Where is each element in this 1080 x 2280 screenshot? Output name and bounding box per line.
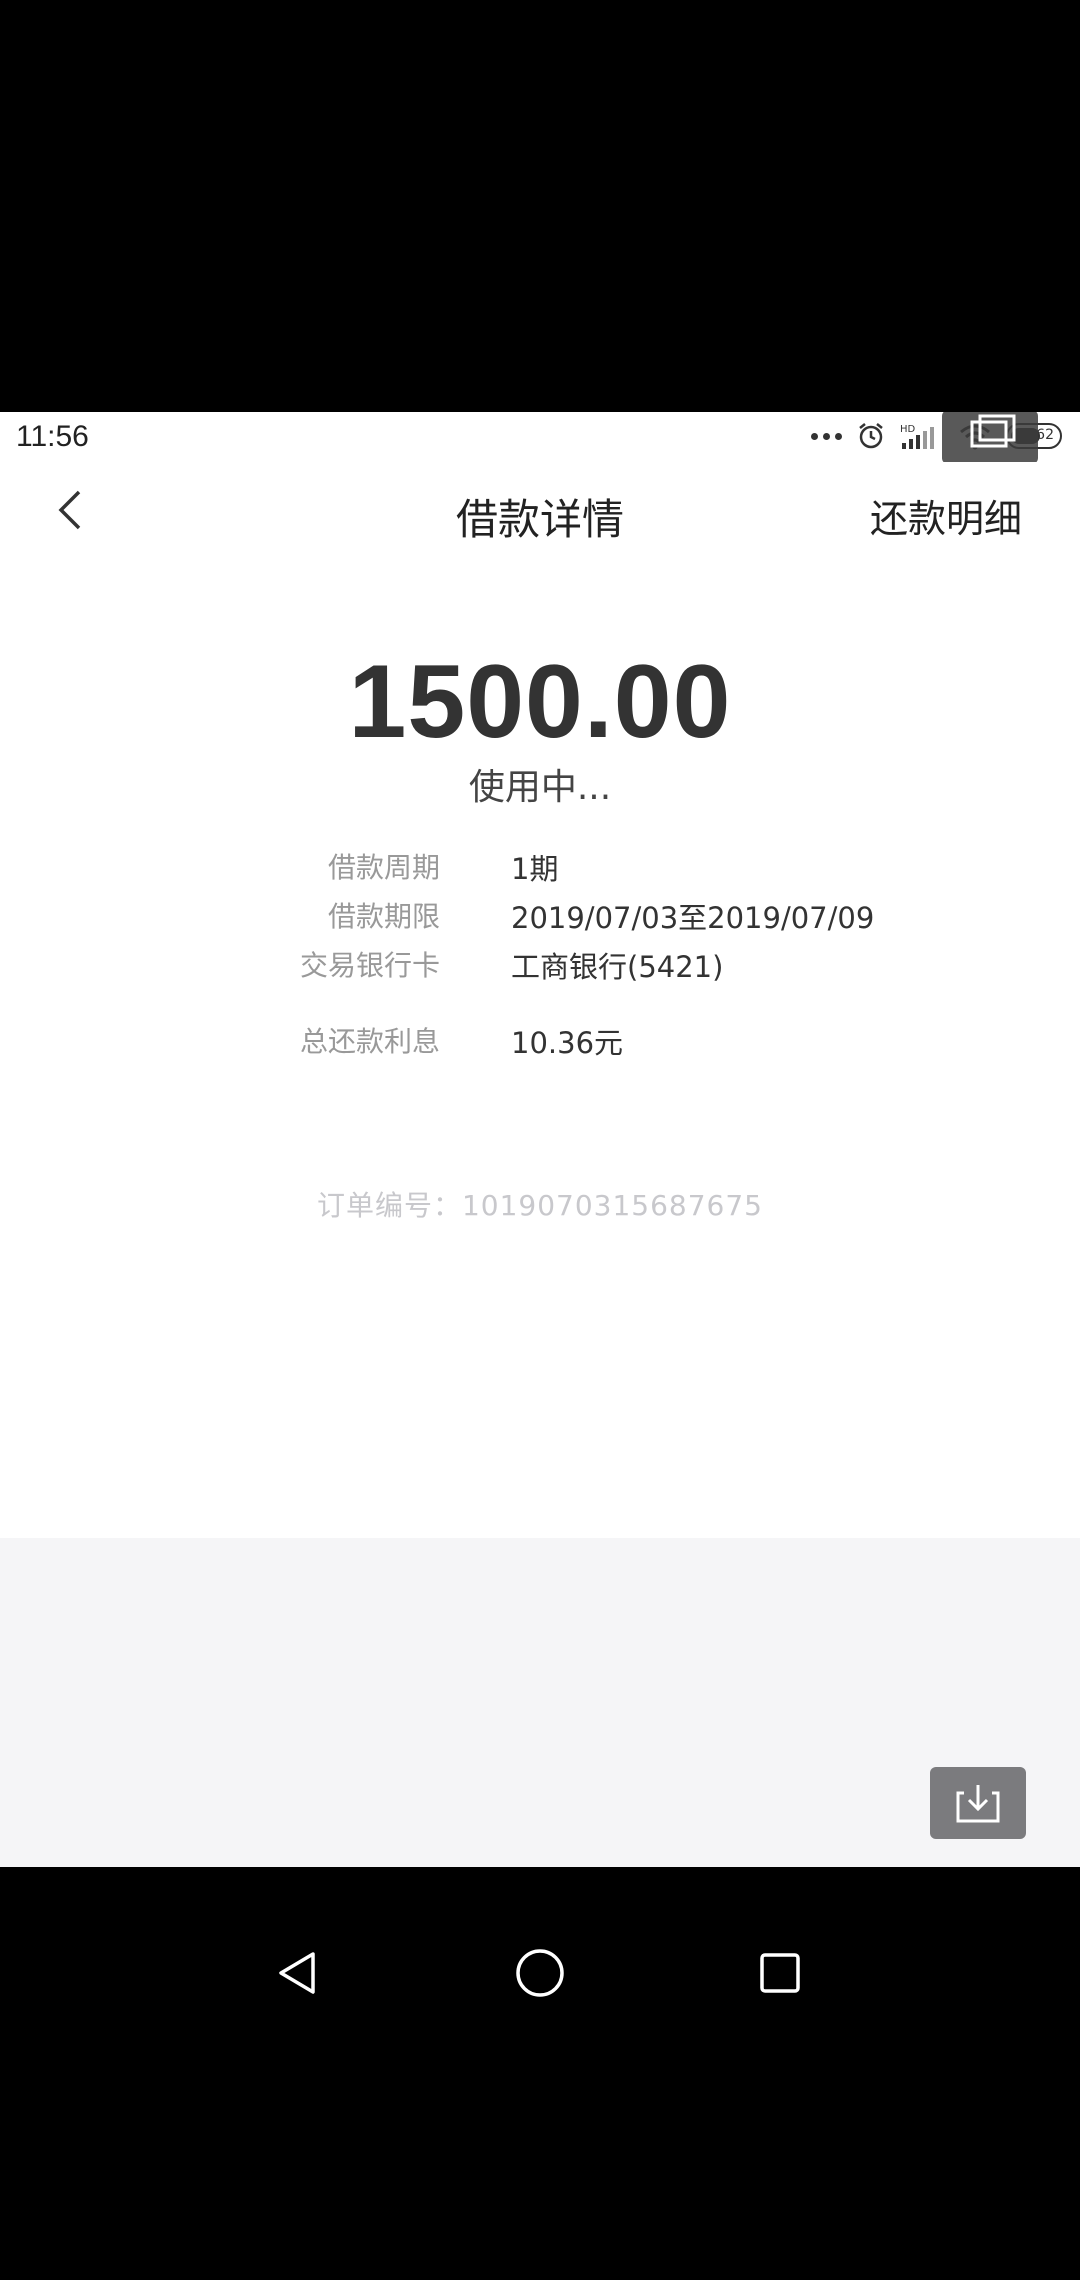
system-back-button[interactable] <box>258 1933 338 2013</box>
signal-icon: HD <box>900 424 934 449</box>
detail-value: 1期 <box>511 852 559 886</box>
detail-label: 交易银行卡 <box>299 949 440 982</box>
nav-bar: 借款详情 还款明细 <box>0 462 1080 572</box>
download-button[interactable] <box>930 1767 1026 1839</box>
download-icon <box>956 1785 1000 1823</box>
app-screen: 11:56 HD 62 借款详情 还款明细 <box>0 412 1080 1867</box>
detail-value: 2019/07/03至2019/07/09 <box>511 901 875 935</box>
screen-cast-overlay <box>942 412 1038 464</box>
top-black-area <box>0 0 1080 412</box>
square-recent-icon <box>760 1953 800 1993</box>
detail-row-term: 借款期限 2019/07/03至2019/07/09 <box>0 895 1080 935</box>
detail-value: 工商银行(5421) <box>511 950 724 984</box>
detail-row-interest: 总还款利息 10.36元 <box>0 1020 1080 1060</box>
loan-status: 使用中... <box>468 767 612 808</box>
system-nav-bar <box>0 1867 1080 2280</box>
order-number: 订单编号：1019070315687675 <box>316 1189 764 1222</box>
detail-row-period: 借款周期 1期 <box>0 846 1080 886</box>
detail-row-bank-card: 交易银行卡 工商银行(5421) <box>0 944 1080 984</box>
more-notifications-icon <box>811 432 842 440</box>
svg-text:HD: HD <box>900 424 916 435</box>
repayment-details-link[interactable]: 还款明细 <box>870 488 1022 543</box>
loan-amount: 1500.00 <box>348 644 732 760</box>
detail-label: 借款期限 <box>327 900 440 933</box>
triangle-back-icon <box>279 1952 315 1994</box>
battery-level: 62 <box>1036 427 1054 443</box>
detail-label: 总还款利息 <box>299 1025 440 1058</box>
detail-label: 借款周期 <box>327 851 440 884</box>
status-bar: 11:56 HD 62 <box>0 412 1080 464</box>
status-time: 11:56 <box>16 420 89 453</box>
system-recent-button[interactable] <box>740 1933 820 2013</box>
system-home-button[interactable] <box>500 1933 580 2013</box>
detail-value: 10.36元 <box>511 1026 624 1060</box>
alarm-icon <box>859 423 883 449</box>
circle-home-icon <box>516 1949 564 1997</box>
